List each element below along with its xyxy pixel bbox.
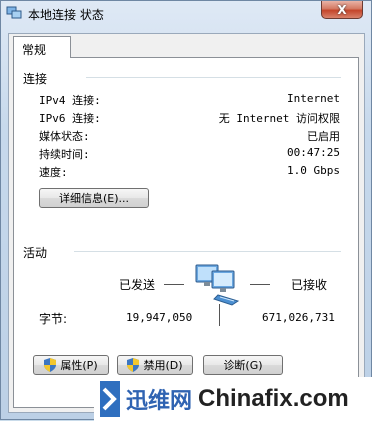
media-state-label: 媒体状态: bbox=[39, 130, 90, 143]
speed-value: 1.0 Gbps bbox=[287, 164, 340, 177]
uac-shield-icon bbox=[44, 358, 57, 372]
received-connector-line bbox=[250, 284, 270, 285]
watermark-brand-en: Chinafix.com bbox=[198, 385, 349, 412]
diagnose-button-label: 诊断(G) bbox=[223, 359, 263, 372]
connection-divider bbox=[86, 77, 341, 78]
window-title: 本地连接 状态 bbox=[28, 8, 104, 22]
tab-general-label: 常规 bbox=[22, 43, 47, 57]
ipv6-label: IPv6 连接: bbox=[39, 112, 101, 125]
disable-button-label: 禁用(D) bbox=[143, 359, 183, 372]
speed-label: 速度: bbox=[39, 166, 68, 179]
duration-value: 00:47:25 bbox=[287, 146, 340, 159]
status-window: 本地连接 状态 X 常规 连接 IPv4 连接: Internet IPv6 连… bbox=[0, 0, 372, 421]
ipv4-value: Internet bbox=[287, 92, 340, 105]
details-button[interactable]: 详细信息(E)... bbox=[39, 188, 149, 208]
properties-button-label: 属性(P) bbox=[60, 359, 98, 372]
tab-page-general: 连接 IPv4 连接: Internet IPv6 连接: 无 Internet… bbox=[13, 57, 359, 408]
title-bar[interactable]: 本地连接 状态 X bbox=[1, 1, 371, 27]
bytes-sent-value: 19,947,050 bbox=[126, 311, 193, 324]
ipv4-label: IPv4 连接: bbox=[39, 94, 101, 107]
activity-divider bbox=[74, 251, 341, 252]
close-icon: X bbox=[337, 2, 347, 17]
uac-shield-icon bbox=[127, 358, 140, 372]
activity-section-title: 活动 bbox=[23, 246, 48, 260]
activity-divider-vertical bbox=[219, 304, 220, 326]
watermark-logo-icon bbox=[100, 381, 120, 417]
diagnose-button[interactable]: 诊断(G) bbox=[203, 355, 283, 375]
properties-button[interactable]: 属性(P) bbox=[33, 355, 109, 375]
duration-label: 持续时间: bbox=[39, 148, 90, 161]
network-activity-icon bbox=[195, 264, 240, 306]
disable-button[interactable]: 禁用(D) bbox=[117, 355, 193, 375]
connection-section-title: 连接 bbox=[23, 72, 48, 86]
watermark-brand-cn: 迅维网 bbox=[126, 389, 193, 414]
network-adapter-icon bbox=[6, 6, 22, 19]
bytes-label: 字节: bbox=[39, 312, 68, 326]
dialog-body: 常规 连接 IPv4 连接: Internet IPv6 连接: 无 Inter… bbox=[8, 33, 365, 413]
media-state-value: 已启用 bbox=[307, 130, 340, 143]
ipv6-value: 无 Internet 访问权限 bbox=[218, 112, 340, 125]
details-button-label: 详细信息(E)... bbox=[58, 192, 130, 205]
sent-label: 已发送 bbox=[119, 278, 156, 292]
bytes-received-value: 671,026,731 bbox=[262, 311, 335, 324]
sent-connector-line bbox=[164, 284, 184, 285]
close-button[interactable]: X bbox=[321, 1, 363, 19]
tab-general[interactable]: 常规 bbox=[13, 36, 71, 58]
received-label: 已接收 bbox=[291, 278, 328, 292]
site-watermark: 迅维网 Chinafix.com bbox=[94, 377, 372, 421]
